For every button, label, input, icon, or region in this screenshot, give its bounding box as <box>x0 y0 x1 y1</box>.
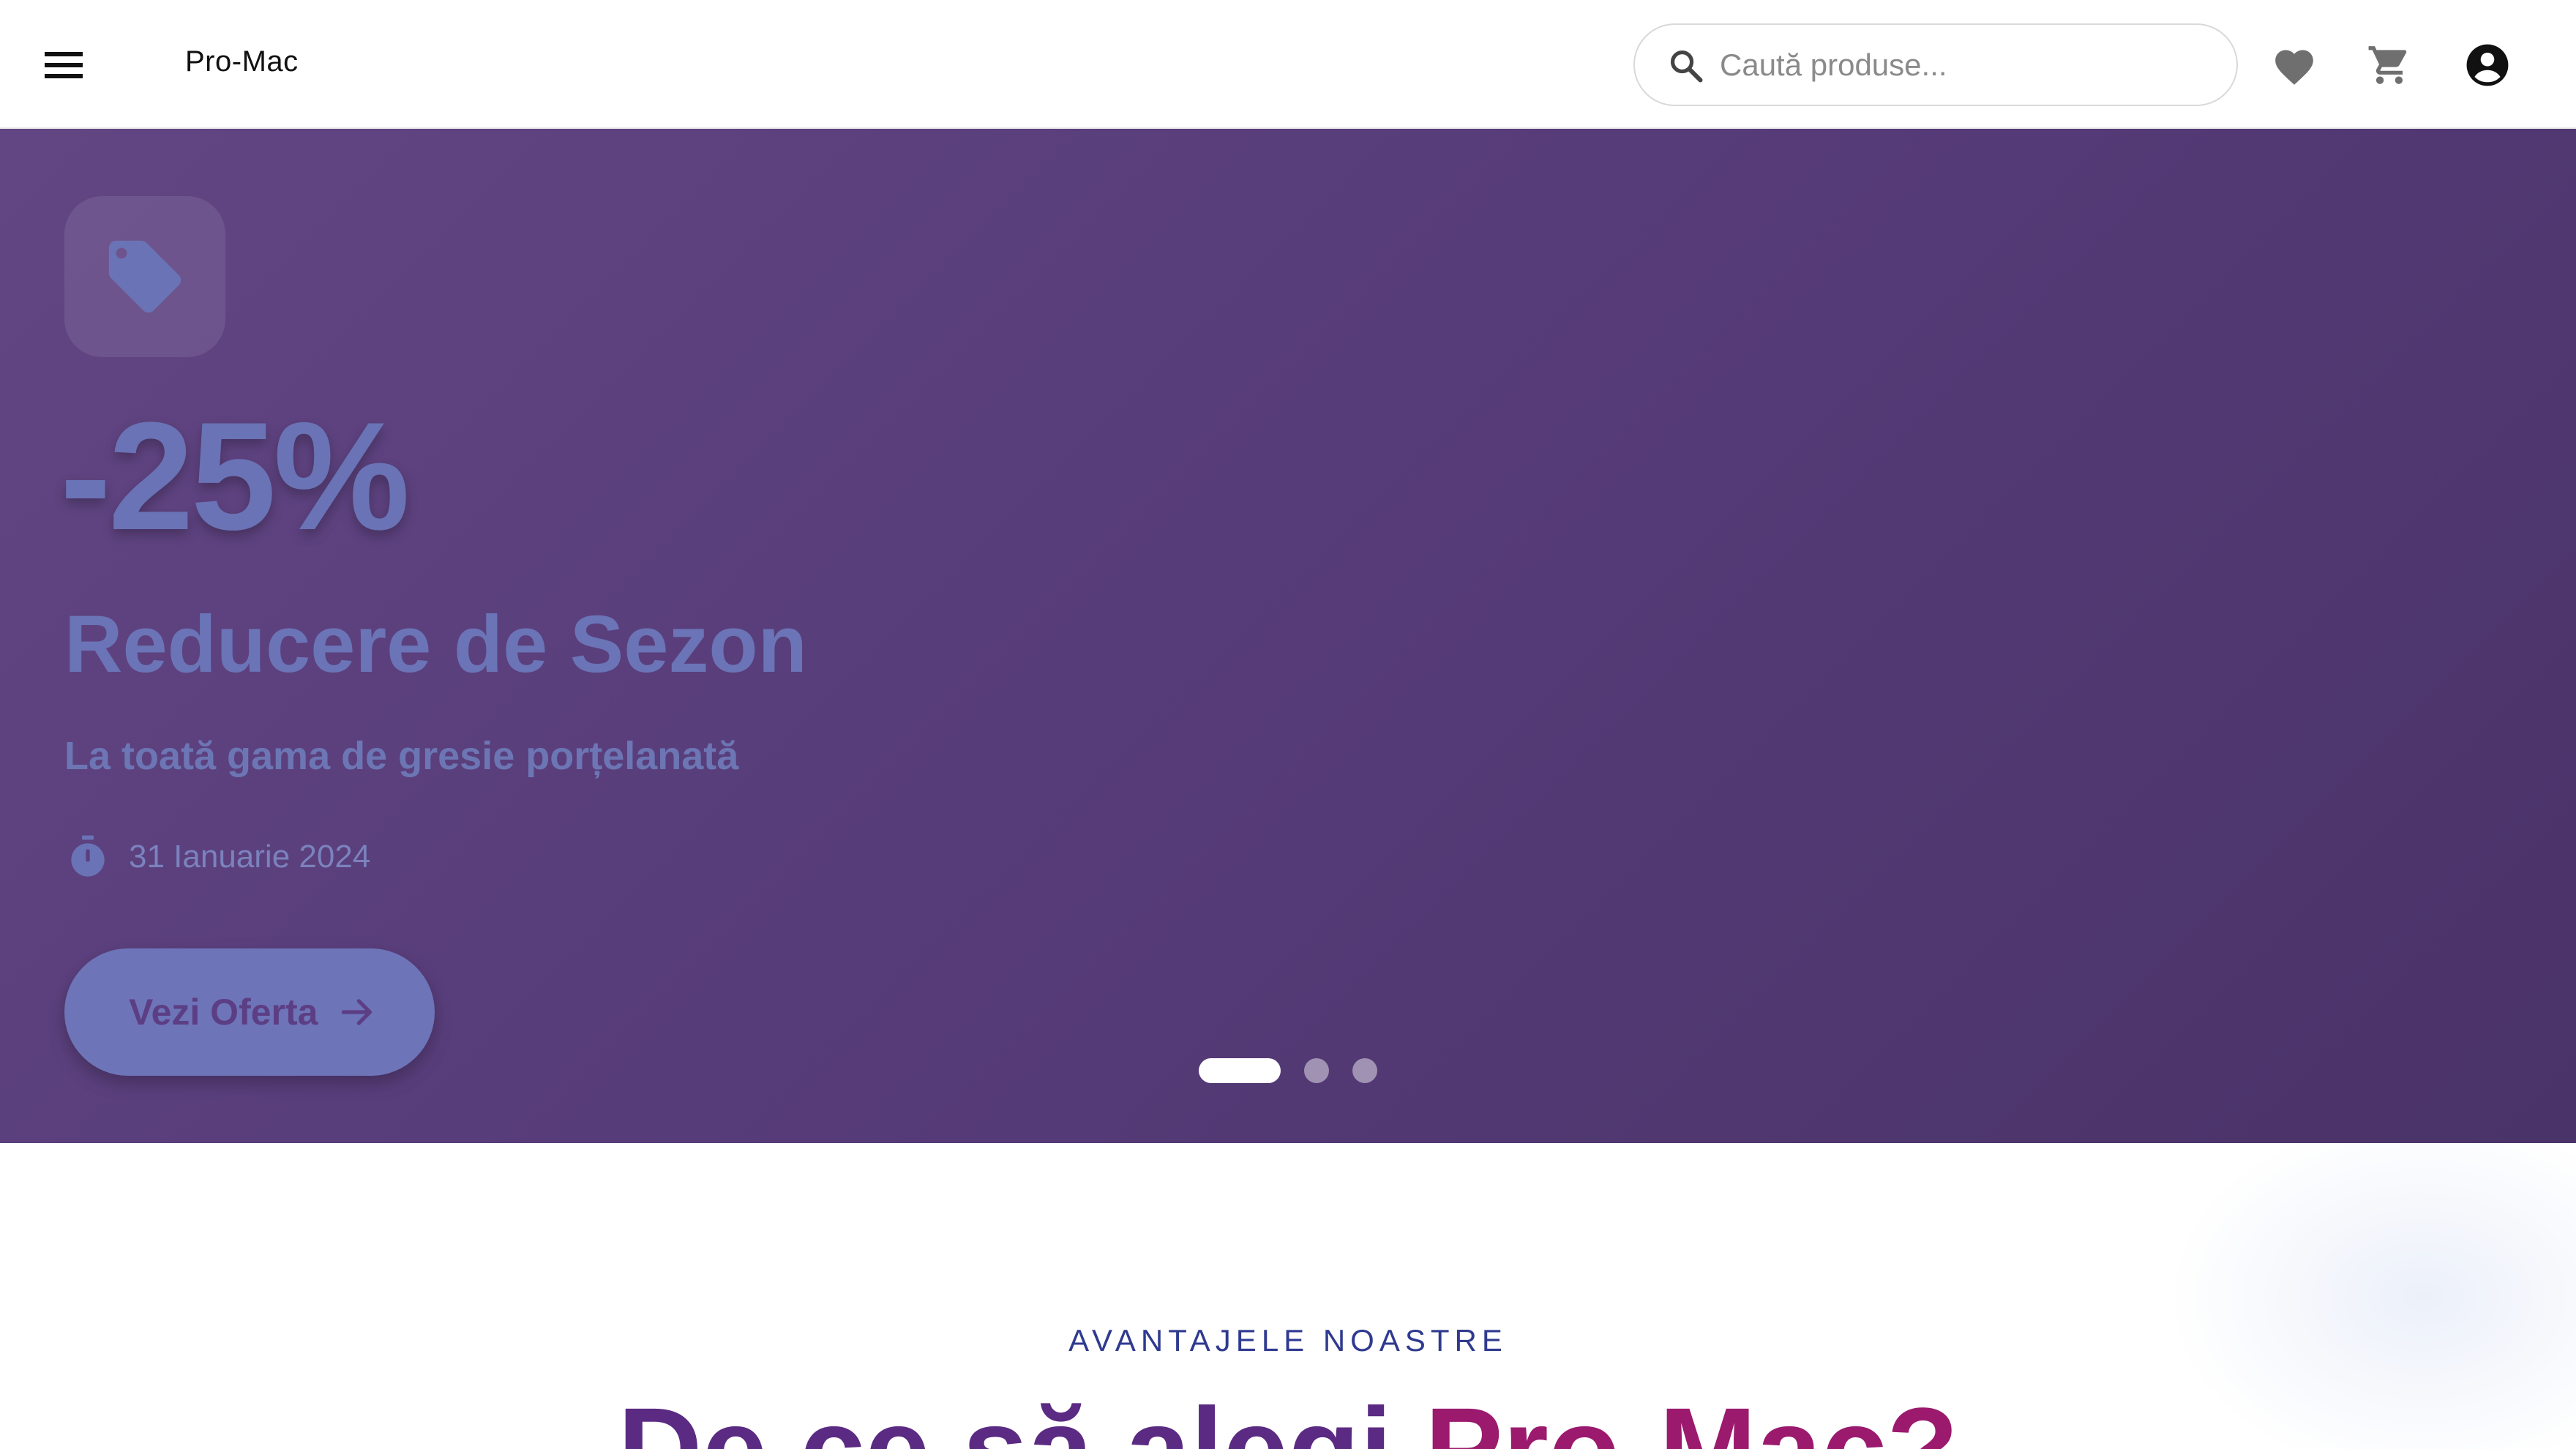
hero-title: Reducere de Sezon <box>64 599 807 689</box>
timer-icon <box>71 835 105 877</box>
view-offer-button[interactable]: Vezi Oferta <box>64 948 435 1076</box>
carousel-dot-2[interactable] <box>1304 1058 1329 1083</box>
search-icon <box>1670 50 1703 83</box>
offer-date: 31 Ianuarie 2024 <box>129 839 371 875</box>
search-input[interactable] <box>1720 41 2203 89</box>
carousel-dot-3[interactable] <box>1352 1058 1377 1083</box>
arrow-right-icon <box>342 999 372 1025</box>
section-heading: De ce să alegi Pro-Mac? <box>0 1390 2576 1449</box>
hero-banner: -25% Reducere de Sezon La toată gama de … <box>0 129 2576 1143</box>
offer-deadline: 31 Ianuarie 2024 <box>64 831 370 883</box>
carousel-dot-1[interactable] <box>1199 1058 1281 1083</box>
heading-part-1: De ce să alegi <box>618 1383 1425 1449</box>
hero-subtitle: La toată gama de gresie porțelanată <box>64 734 739 778</box>
menu-icon[interactable] <box>41 42 86 88</box>
brand-logo[interactable]: Pro-Mac <box>185 45 299 78</box>
heart-icon[interactable] <box>2269 40 2320 91</box>
advantages-section: AVANTAJELE NOASTRE De ce să alegi Pro-Ma… <box>0 1143 2576 1449</box>
account-circle-icon[interactable] <box>2462 40 2513 91</box>
heading-part-2: Pro-Mac? <box>1424 1383 1958 1449</box>
top-header: Pro-Mac <box>0 0 2576 129</box>
cart-icon[interactable] <box>2364 40 2415 91</box>
tag-tile <box>64 196 225 357</box>
section-eyebrow: AVANTAJELE NOASTRE <box>1068 1323 1508 1358</box>
tag-icon <box>108 240 181 313</box>
carousel-indicators <box>1199 1058 1377 1083</box>
search-bar[interactable] <box>1633 23 2238 106</box>
discount-value: -25% <box>60 390 410 562</box>
view-offer-label: Vezi Oferta <box>129 992 318 1033</box>
